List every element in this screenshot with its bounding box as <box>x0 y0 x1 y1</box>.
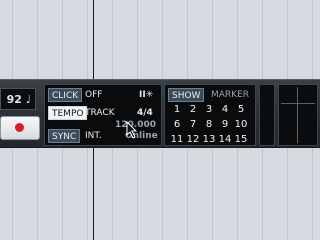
tempo-value: 92 <box>6 93 22 106</box>
tempo-display[interactable]: 92 ♩ <box>0 88 36 110</box>
click-settings-icon[interactable]: II✳ <box>139 89 153 101</box>
marker-9-button[interactable]: 9 <box>217 118 233 131</box>
meter-divider-horizontal <box>281 103 315 104</box>
marker-2-button[interactable]: 2 <box>185 103 201 116</box>
click-value: OFF <box>85 90 103 100</box>
record-button[interactable] <box>0 116 40 140</box>
marker-4-button[interactable]: 4 <box>217 103 233 116</box>
sync-button[interactable]: SYNC <box>48 129 81 143</box>
marker-12-button[interactable]: 12 <box>185 133 201 146</box>
mouse-cursor-icon <box>126 121 138 139</box>
marker-panel: SHOW MARKER 1 2 3 4 5 6 7 8 9 10 11 12 1… <box>164 84 256 146</box>
tempo-button[interactable]: TEMPO <box>48 106 88 120</box>
note-icon: ♩ <box>25 93 31 106</box>
time-signature: 4/4 <box>137 108 153 118</box>
marker-3-button[interactable]: 3 <box>201 103 217 116</box>
performance-meter <box>278 84 318 146</box>
marker-5-button[interactable]: 5 <box>233 103 249 116</box>
transport-bar: 92 ♩ CLICK OFF II✳ TEMPO TRACK 4/4 120.0… <box>0 79 320 148</box>
click-button[interactable]: CLICK <box>48 88 83 102</box>
marker-11-button[interactable]: 11 <box>169 133 185 146</box>
marker-8-button[interactable]: 8 <box>201 118 217 131</box>
click-tempo-sync-panel: CLICK OFF II✳ TEMPO TRACK 4/4 120.000 SY… <box>44 84 162 146</box>
sync-source: INT. <box>85 131 102 141</box>
marker-14-button[interactable]: 14 <box>217 133 233 146</box>
marker-10-button[interactable]: 10 <box>233 118 249 131</box>
tempo-record-block: 92 ♩ <box>0 88 40 144</box>
marker-grid: 1 2 3 4 5 6 7 8 9 10 11 12 13 14 15 <box>169 103 251 146</box>
tempo-source: TRACK <box>85 108 115 118</box>
marker-6-button[interactable]: 6 <box>169 118 185 131</box>
level-meter <box>259 84 275 146</box>
marker-title: MARKER <box>211 90 250 100</box>
meter-divider-vertical <box>297 87 298 143</box>
marker-7-button[interactable]: 7 <box>185 118 201 131</box>
show-button[interactable]: SHOW <box>168 88 205 102</box>
marker-1-button[interactable]: 1 <box>169 103 185 116</box>
marker-13-button[interactable]: 13 <box>201 133 217 146</box>
record-icon <box>15 123 24 132</box>
marker-15-button[interactable]: 15 <box>233 133 249 146</box>
